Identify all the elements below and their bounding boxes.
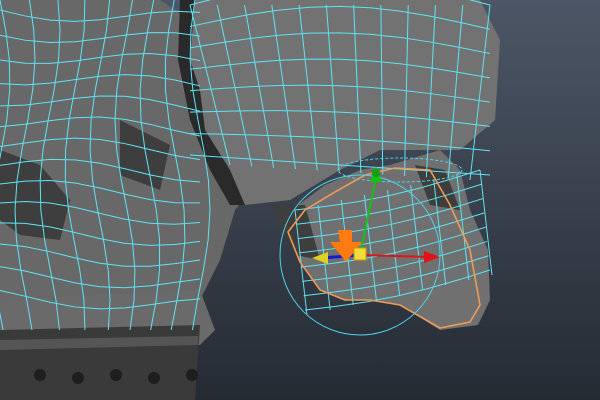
belt-rivet [34, 369, 46, 381]
3d-viewport[interactable] [0, 0, 600, 400]
manipulator-y-cap[interactable] [372, 169, 380, 177]
belt-rivet [110, 369, 122, 381]
belt-rivet [186, 369, 198, 381]
belt-rivet [148, 372, 160, 384]
belt-rivet [72, 372, 84, 384]
manipulator-center-handle[interactable] [353, 247, 367, 261]
viewport-scene[interactable] [0, 0, 600, 400]
belt[interactable] [0, 325, 200, 400]
